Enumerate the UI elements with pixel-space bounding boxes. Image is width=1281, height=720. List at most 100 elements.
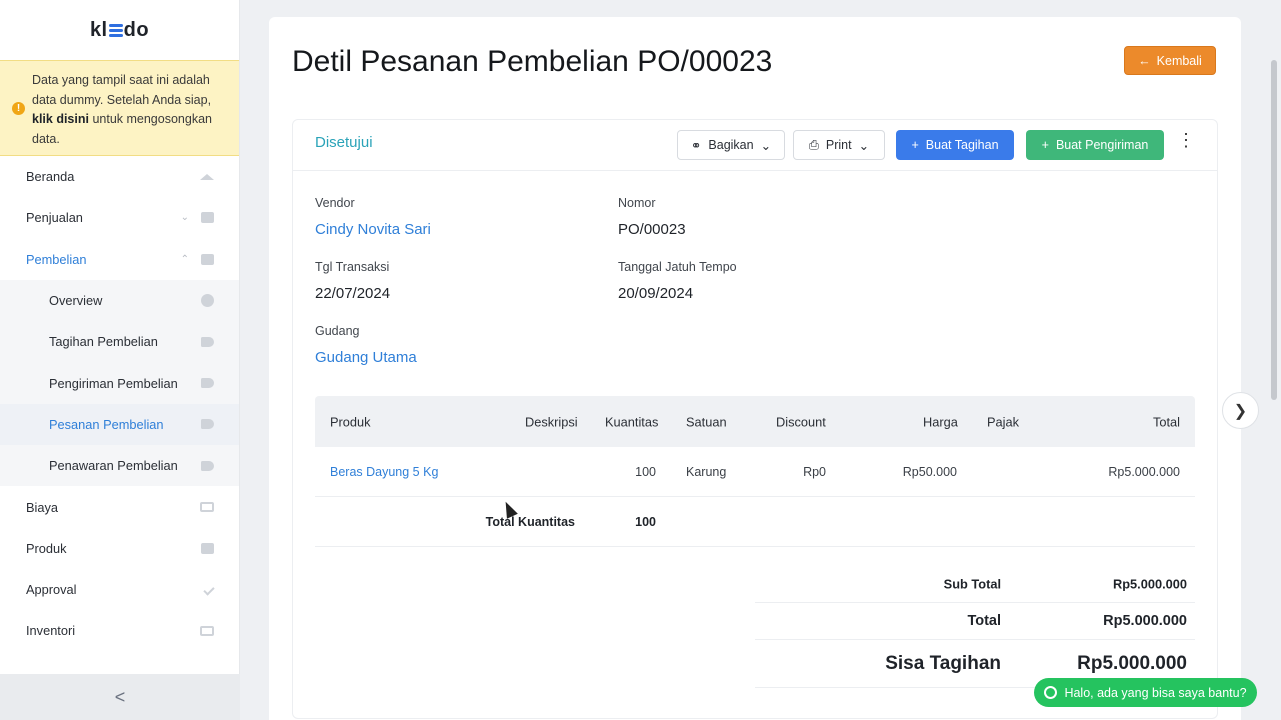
sidebar-item-label: Pengiriman Pembelian xyxy=(49,375,178,391)
card-toolbar: Disetujui ⚭ Bagikan ⌄ ⎙ Print ⌄ + Buat T… xyxy=(293,120,1217,171)
sidebar-item-label: Penawaran Pembelian xyxy=(49,458,178,474)
column-header-product: Produk xyxy=(330,414,371,429)
sidebar-item-label: Approval xyxy=(26,582,77,598)
check-icon xyxy=(203,583,215,596)
column-header-quantity: Kuantitas xyxy=(605,414,659,429)
chevron-left-icon: < xyxy=(114,686,126,707)
sidebar-item-penjualan[interactable]: Penjualan ⌄ xyxy=(0,197,239,238)
subtotal-value: Rp5.000.000 xyxy=(1113,576,1187,592)
unit-cell: Karung xyxy=(686,464,727,479)
sidebar-menu: Beranda Penjualan ⌄ Pembelian ⌃ xyxy=(0,156,239,280)
plus-icon: + xyxy=(1041,138,1049,152)
whatsapp-icon xyxy=(1044,686,1058,699)
table-row: Beras Dayung 5 Kg 100 Karung Rp0 Rp50.00… xyxy=(315,447,1195,497)
logo-text-left: kl xyxy=(89,18,108,41)
back-button-label: Kembali xyxy=(1156,53,1202,68)
chevron-down-icon: ⌄ xyxy=(858,138,870,153)
balance-label: Sisa Tagihan xyxy=(885,652,1001,674)
status-badge: Disetujui xyxy=(315,134,373,151)
sidebar-item-produk[interactable]: Produk xyxy=(0,528,239,569)
pie-icon xyxy=(201,294,214,308)
plus-icon: + xyxy=(911,138,919,152)
due-date-label: Tanggal Jatuh Tempo xyxy=(618,260,737,274)
page-title: Detil Pesanan Pembelian PO/00023 xyxy=(292,45,773,78)
sidebar-item-approval[interactable]: Approval xyxy=(0,569,239,610)
number-label: Nomor xyxy=(618,196,656,210)
print-button[interactable]: ⎙ Print ⌄ xyxy=(793,130,885,160)
sidebar-item-label: Inventori xyxy=(26,623,76,639)
due-date-value: 20/09/2024 xyxy=(618,285,694,302)
page-scrollbar[interactable] xyxy=(1271,60,1277,400)
sidebar-item-label: Biaya xyxy=(26,499,59,515)
sidebar-item-label: Beranda xyxy=(26,169,75,185)
summary-totals: Sub Total Rp5.000.000 Total Rp5.000.000 … xyxy=(755,566,1195,688)
subtotal-row: Sub Total Rp5.000.000 xyxy=(755,566,1195,603)
share-button[interactable]: ⚭ Bagikan ⌄ xyxy=(677,130,785,160)
product-link[interactable]: Beras Dayung 5 Kg xyxy=(330,465,438,479)
arrow-left-icon: ← xyxy=(1138,53,1151,68)
sidebar-item-label: Pembelian xyxy=(26,251,87,267)
logo-mark-icon xyxy=(108,24,123,38)
tag-icon xyxy=(201,336,214,347)
sidebar-item-label: Overview xyxy=(49,293,103,309)
total-cell: Rp5.000.000 xyxy=(1108,464,1180,479)
create-bill-button[interactable]: + Buat Tagihan xyxy=(896,130,1014,160)
column-header-total: Total xyxy=(1152,414,1180,429)
create-shipment-button[interactable]: + Buat Pengiriman xyxy=(1026,130,1164,160)
warehouse-label: Gudang xyxy=(315,324,360,338)
total-value: Rp5.000.000 xyxy=(1103,613,1187,629)
sidebar-subitem-overview[interactable]: Overview xyxy=(0,280,239,321)
price-cell: Rp50.000 xyxy=(902,464,957,479)
sidebar-subitem-pesanan-pembelian[interactable]: Pesanan Pembelian xyxy=(0,403,239,446)
share-button-label: Bagikan xyxy=(708,138,754,152)
tag-icon xyxy=(201,419,214,430)
sidebar-menu-lower: Biaya Produk Approval Inventori xyxy=(0,486,239,651)
sidebar-item-pembelian[interactable]: Pembelian ⌃ xyxy=(0,239,239,280)
create-bill-button-label: Buat Tagihan xyxy=(925,138,999,152)
back-button[interactable]: ← Kembali xyxy=(1124,46,1216,75)
print-button-label: Print xyxy=(825,138,852,152)
items-table: Produk Deskripsi Kuantitas Satuan Discou… xyxy=(315,396,1195,547)
column-header-description: Deskripsi xyxy=(525,414,578,429)
warehouse-link[interactable]: Gudang Utama xyxy=(315,349,417,366)
table-header: Produk Deskripsi Kuantitas Satuan Discou… xyxy=(315,396,1195,447)
sidebar-item-beranda[interactable]: Beranda xyxy=(0,156,239,197)
logo-text-right: do xyxy=(123,18,150,41)
sidebar-collapse-button[interactable]: < xyxy=(0,674,240,720)
sidebar-item-label: Penjualan xyxy=(26,210,83,226)
discount-cell: Rp0 xyxy=(803,464,826,479)
sidebar-item-inventori[interactable]: Inventori xyxy=(0,610,239,651)
total-label: Total xyxy=(967,613,1001,629)
basket-icon xyxy=(201,212,214,224)
sidebar-subitem-penawaran-pembelian[interactable]: Penawaran Pembelian xyxy=(0,445,239,486)
vendor-label: Vendor xyxy=(315,196,355,210)
dummy-data-notice: ! Data yang tampil saat ini adalah data … xyxy=(0,60,239,156)
tag-icon xyxy=(201,378,214,389)
chevron-up-icon: ⌃ xyxy=(180,253,189,265)
chevron-right-icon: ❯ xyxy=(1233,402,1248,420)
subtotal-label: Sub Total xyxy=(943,576,1001,592)
chevron-down-icon: ⌄ xyxy=(180,212,189,224)
sidebar-subitem-tagihan-pembelian[interactable]: Tagihan Pembelian xyxy=(0,321,239,362)
purchase-order-card: Disetujui ⚭ Bagikan ⌄ ⎙ Print ⌄ + Buat T… xyxy=(292,119,1218,719)
sidebar-subitem-pengiriman-pembelian[interactable]: Pengiriman Pembelian xyxy=(0,362,239,403)
total-quantity-row: Total Kuantitas 100 xyxy=(315,497,1195,547)
more-options-icon[interactable]: ⋮ xyxy=(1177,131,1195,149)
notice-text-before: Data yang tampil saat ini adalah data du… xyxy=(32,73,212,107)
kledo-logo[interactable]: kl do xyxy=(0,0,239,60)
next-record-button[interactable]: ❯ xyxy=(1222,392,1259,429)
whatsapp-chat-button[interactable]: Halo, ada yang bisa saya bantu? xyxy=(1034,678,1257,707)
total-quantity-value: 100 xyxy=(635,514,656,529)
vendor-link[interactable]: Cindy Novita Sari xyxy=(315,221,431,238)
transaction-date-value: 22/07/2024 xyxy=(315,285,391,302)
sidebar-item-biaya[interactable]: Biaya xyxy=(0,486,239,527)
column-header-unit: Satuan xyxy=(686,414,727,429)
clear-data-link[interactable]: klik disini xyxy=(32,112,89,126)
share-icon: ⚭ xyxy=(690,138,702,153)
sidebar-item-label: Tagihan Pembelian xyxy=(49,334,158,350)
column-header-discount: Discount xyxy=(776,414,826,429)
transaction-date-label: Tgl Transaksi xyxy=(315,260,390,274)
quantity-cell: 100 xyxy=(635,464,656,479)
card-icon xyxy=(200,502,214,513)
sidebar: kl do ! Data yang tampil saat ini adalah… xyxy=(0,0,240,720)
